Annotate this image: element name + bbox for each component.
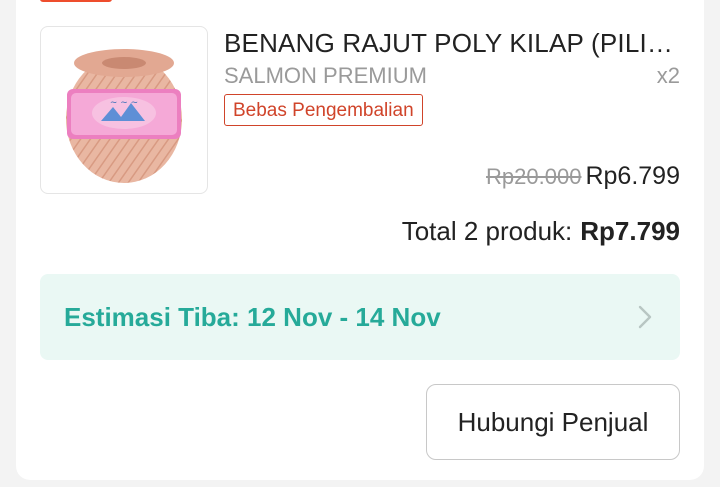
shop-badge xyxy=(40,0,112,2)
yarn-ball-image: ~ ~ ~ xyxy=(66,49,182,183)
delivery-estimate-text: Estimasi Tiba: 12 Nov - 14 Nov xyxy=(64,302,441,332)
current-price: Rp6.799 xyxy=(585,162,680,190)
total-label: Total 2 produk: xyxy=(401,216,573,246)
order-total: Total 2 produk: Rp7.799 xyxy=(402,216,680,247)
product-variant: SALMON PREMIUM xyxy=(224,63,427,88)
delivery-estimate[interactable]: Estimasi Tiba: 12 Nov - 14 Nov xyxy=(40,274,680,360)
original-price: Rp20.000 xyxy=(486,164,582,189)
total-value: Rp7.799 xyxy=(580,216,680,246)
svg-text:~ ~ ~: ~ ~ ~ xyxy=(110,98,138,108)
contact-seller-button[interactable]: Hubungi Penjual xyxy=(426,384,680,460)
free-return-badge: Bebas Pengembalian xyxy=(224,94,423,126)
product-quantity: x2 xyxy=(656,63,680,88)
product-thumbnail[interactable]: ~ ~ ~ xyxy=(40,26,208,194)
price-row: Rp20.000 Rp6.799 xyxy=(486,162,680,191)
chevron-right-icon xyxy=(638,305,652,329)
product-title[interactable]: BENANG RAJUT POLY KILAP (PILIH WARNA) xyxy=(224,28,680,59)
